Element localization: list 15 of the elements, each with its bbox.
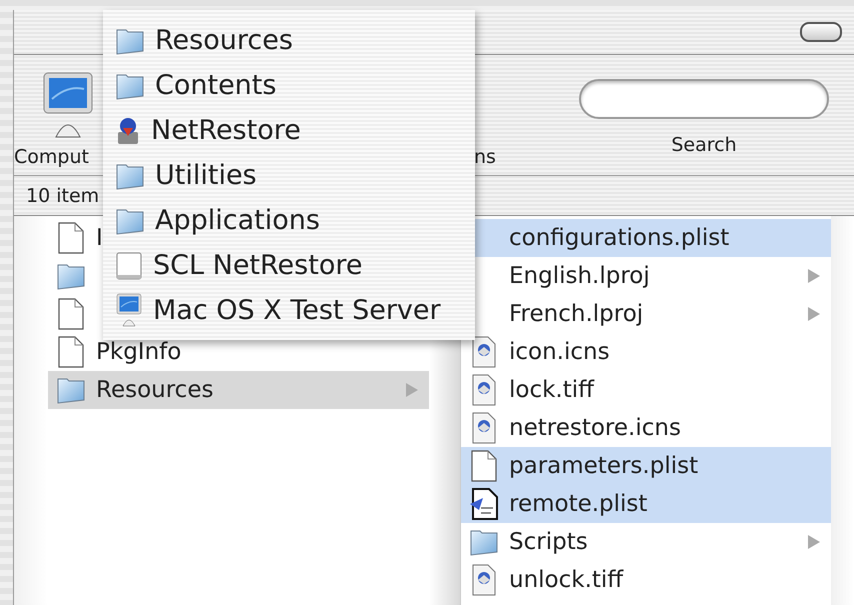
- file-name: parameters.plist: [509, 453, 700, 479]
- file-name: Scripts: [509, 529, 589, 555]
- search-label: Search: [671, 133, 737, 157]
- file-name: French.lproj: [509, 301, 644, 327]
- status-text: 10 item: [26, 184, 100, 206]
- file-name: I: [96, 225, 104, 251]
- file-name: lock.tiff: [509, 377, 596, 403]
- file-name: unlock.tiff: [509, 567, 624, 593]
- file-name: icon.icns: [509, 339, 611, 365]
- file-name: English.lproj: [509, 263, 651, 289]
- file-name: netrestore.icns: [509, 415, 682, 441]
- file-name: Resources: [96, 377, 214, 403]
- file-name: PkgInfo: [96, 339, 182, 365]
- file-name: configurations.plist: [509, 225, 730, 251]
- file-name: remote.plist: [509, 491, 648, 517]
